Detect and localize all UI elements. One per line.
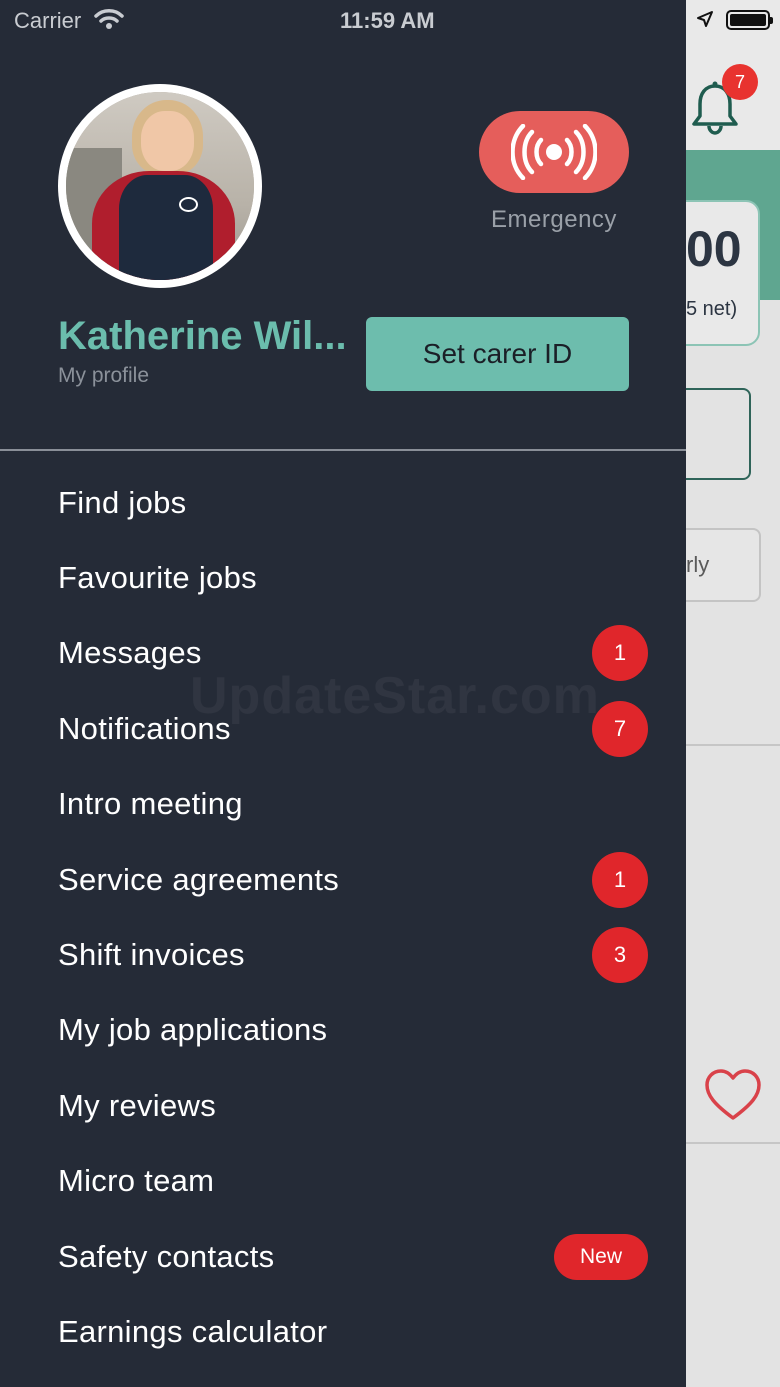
background-divider — [686, 744, 780, 746]
menu-item-label: My job applications — [58, 1012, 328, 1048]
menu-item-label: Messages — [58, 635, 202, 671]
battery-icon — [726, 10, 773, 30]
menu-item-label: Favourite jobs — [58, 560, 257, 596]
menu-item-my-job-applications[interactable]: My job applications — [0, 993, 686, 1068]
earnings-net: 5 net) — [686, 298, 738, 320]
menu-item-earnings-calculator[interactable]: Earnings calculator — [0, 1294, 686, 1369]
location-arrow-icon — [697, 11, 713, 27]
menu-item-find-jobs[interactable]: Find jobs — [0, 465, 686, 540]
set-carer-id-button[interactable]: Set carer ID — [366, 317, 629, 391]
menu-item-label: Find jobs — [58, 484, 187, 520]
background-divider — [686, 1142, 780, 1144]
count-badge: 7 — [592, 700, 648, 757]
avatar[interactable] — [58, 84, 262, 288]
menu-item-service-agreements[interactable]: Service agreements 1 — [0, 842, 686, 917]
drawer-menu: Find jobs Favourite jobs Messages 1 Noti… — [0, 465, 686, 1370]
menu-item-intro-meeting[interactable]: Intro meeting — [0, 767, 686, 842]
menu-item-label: Safety contacts — [58, 1238, 275, 1274]
menu-item-label: Notifications — [58, 710, 231, 746]
menu-item-favourite-jobs[interactable]: Favourite jobs — [0, 540, 686, 615]
new-badge: New — [554, 1233, 648, 1280]
menu-item-label: Shift invoices — [58, 937, 245, 973]
profile-name[interactable]: Katherine Wil... — [58, 314, 364, 359]
menu-item-label: Micro team — [58, 1163, 215, 1199]
menu-item-label: Service agreements — [58, 861, 340, 897]
count-badge: 1 — [592, 851, 648, 908]
status-time: 11:59 AM — [340, 8, 435, 33]
background-filter-pill-label: rly — [686, 552, 710, 577]
count-badge: 3 — [592, 927, 648, 984]
emergency-button[interactable] — [479, 111, 629, 193]
count-badge: 1 — [592, 625, 648, 682]
menu-item-shift-invoices[interactable]: Shift invoices 3 — [0, 917, 686, 992]
avatar-photo — [66, 92, 254, 280]
menu-item-my-reviews[interactable]: My reviews — [0, 1068, 686, 1143]
carrier-label: Carrier — [14, 8, 82, 33]
menu-item-notifications[interactable]: Notifications 7 — [0, 691, 686, 766]
status-bar: Carrier 11:59 AM — [0, 0, 780, 40]
broadcast-icon — [511, 124, 597, 180]
my-profile-link[interactable]: My profile — [58, 364, 149, 388]
heart-icon — [705, 1069, 761, 1120]
earnings-amount: 00 — [686, 221, 742, 277]
navigation-drawer: Emergency Katherine Wil... My profile Se… — [0, 0, 686, 1387]
drawer-divider — [0, 449, 686, 451]
menu-item-micro-team[interactable]: Micro team — [0, 1144, 686, 1219]
menu-item-label: Earnings calculator — [58, 1313, 328, 1349]
menu-item-safety-contacts[interactable]: Safety contacts New — [0, 1219, 686, 1294]
menu-item-label: My reviews — [58, 1087, 217, 1123]
emergency-label: Emergency — [491, 206, 617, 233]
menu-item-messages[interactable]: Messages 1 — [0, 616, 686, 691]
wifi-icon — [94, 9, 124, 29]
menu-item-label: Intro meeting — [58, 786, 243, 822]
notification-badge: 7 — [722, 64, 758, 100]
